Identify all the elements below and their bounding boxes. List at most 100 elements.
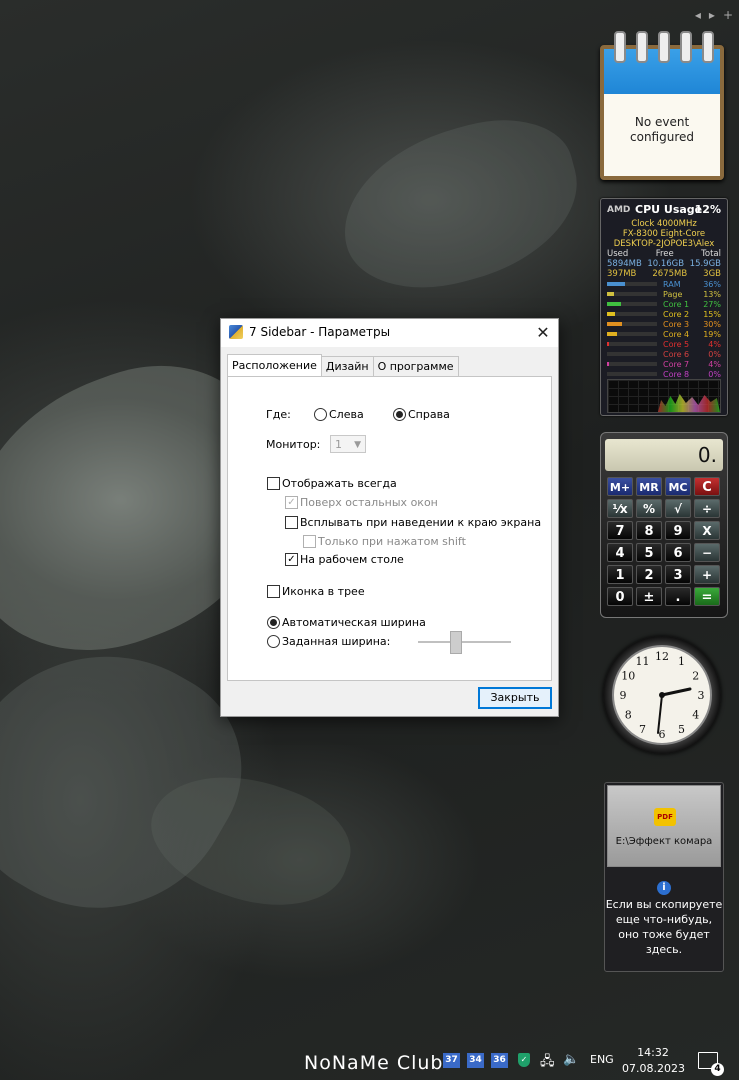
calculator-key[interactable]: 2 xyxy=(636,565,662,584)
right-radio[interactable] xyxy=(393,408,406,421)
cpu-row-bar xyxy=(607,282,657,286)
only-shift-label[interactable]: Только при нажатом shift xyxy=(318,535,466,548)
calculator-key[interactable]: 1 xyxy=(607,565,633,584)
calculator-key[interactable]: MC xyxy=(665,477,691,496)
calculator-key[interactable]: ± xyxy=(636,587,662,606)
cpu-row: Page 13% xyxy=(607,289,721,299)
cpu-row-label: Core 3 xyxy=(663,319,690,329)
cpu-row-bar xyxy=(607,302,657,306)
right-radio-label[interactable]: Справа xyxy=(408,408,450,421)
calculator-key[interactable]: ÷ xyxy=(694,499,720,518)
mem-headers: Used Free Total xyxy=(607,249,721,259)
set-width-label[interactable]: Заданная ширина: xyxy=(282,635,390,648)
calculator-key[interactable]: C xyxy=(694,477,720,496)
add-gadget-button[interactable]: + xyxy=(723,8,733,22)
tab-about[interactable]: О программе xyxy=(372,356,459,376)
calculator-key[interactable]: M+ xyxy=(607,477,633,496)
taskbar-clock[interactable]: 14:32 07.08.2023 xyxy=(622,1045,685,1077)
calculator-key[interactable]: % xyxy=(636,499,662,518)
tray-badge-3[interactable]: 36 xyxy=(491,1053,508,1068)
left-radio-label[interactable]: Слева xyxy=(329,408,364,421)
tab-location[interactable]: Расположение xyxy=(227,354,322,376)
pdf-icon: PDF xyxy=(654,808,676,826)
set-width-radio[interactable] xyxy=(267,635,280,648)
cpu-row-bar xyxy=(607,362,657,366)
clipboard-file[interactable]: PDF E:\Эффект комара xyxy=(607,785,721,867)
always-show-checkbox[interactable] xyxy=(267,477,280,490)
cpu-row: Core 1 27% xyxy=(607,299,721,309)
on-top-checkbox[interactable] xyxy=(285,496,298,509)
cpu-row-label: Core 7 xyxy=(663,359,690,369)
calculator-key[interactable]: − xyxy=(694,543,720,562)
cpu-graph xyxy=(607,379,721,413)
cpu-row-value: 15% xyxy=(703,309,721,319)
width-slider[interactable] xyxy=(418,631,511,654)
calculator-key[interactable]: = xyxy=(694,587,720,606)
network-icon[interactable]: 🖧 xyxy=(540,1052,555,1074)
prev-icon[interactable]: ◂ xyxy=(695,8,701,22)
calculator-key[interactable]: 4 xyxy=(607,543,633,562)
cpu-gadget[interactable]: AMD CPU Usage 12% Clock 4000MHz FX-8300 … xyxy=(600,198,728,416)
calculator-key[interactable]: ⅟x xyxy=(607,499,633,518)
calculator-key[interactable]: 0 xyxy=(607,587,633,606)
clipboard-gadget[interactable]: PDF E:\Эффект комара i Если вы скопирует… xyxy=(604,782,724,972)
volume-icon[interactable]: 🔈 xyxy=(563,1052,579,1067)
cpu-row-bar xyxy=(607,352,657,356)
calculator-key[interactable]: MR xyxy=(636,477,662,496)
calculator-key[interactable]: 9 xyxy=(665,521,691,540)
auto-width-label[interactable]: Автоматическая ширина xyxy=(282,616,426,629)
on-desktop-label[interactable]: На рабочем столе xyxy=(300,553,404,566)
tray-badge-2[interactable]: 34 xyxy=(467,1053,484,1068)
monitor-select[interactable]: 1 ▼ xyxy=(330,435,366,453)
language-indicator[interactable]: ENG xyxy=(590,1053,614,1066)
calculator-key[interactable]: 7 xyxy=(607,521,633,540)
sidebar-controls: ◂ ▸ + xyxy=(695,8,733,22)
calculator-key[interactable]: 6 xyxy=(665,543,691,562)
calculator-key[interactable]: X xyxy=(694,521,720,540)
notes-text: No event configured xyxy=(630,115,694,144)
clock-gadget[interactable]: 12 1 2 3 4 5 6 7 8 9 10 11 xyxy=(603,636,721,754)
calculator-key[interactable]: . xyxy=(665,587,691,606)
clipboard-file-name: E:\Эффект комара xyxy=(615,836,713,847)
cpu-row: RAM 36% xyxy=(607,279,721,289)
on-top-label[interactable]: Поверх остальных окон xyxy=(300,496,438,509)
tray-icon-checkbox[interactable] xyxy=(267,585,280,598)
shield-icon[interactable]: ✓ xyxy=(518,1053,530,1067)
tray-icon-label[interactable]: Иконка в трее xyxy=(282,585,365,598)
cpu-row-bar xyxy=(607,372,657,376)
calculator-key[interactable]: + xyxy=(694,565,720,584)
close-icon[interactable]: ✕ xyxy=(528,319,558,347)
on-desktop-checkbox[interactable] xyxy=(285,553,298,566)
cpu-row-value: 4% xyxy=(708,339,721,349)
cpu-row-value: 13% xyxy=(703,289,721,299)
mem-row-page: 397MB 2675MB 3GB xyxy=(607,269,721,279)
tab-design[interactable]: Дизайн xyxy=(320,356,374,376)
auto-width-radio[interactable] xyxy=(267,616,280,629)
always-show-label[interactable]: Отображать всегда xyxy=(282,477,397,490)
cpu-row: Core 7 4% xyxy=(607,359,721,369)
clock-number: 3 xyxy=(698,689,705,702)
calculator-key[interactable]: 3 xyxy=(665,565,691,584)
info-icon: i xyxy=(657,881,671,895)
notification-icon[interactable]: 4 xyxy=(698,1052,724,1076)
left-radio[interactable] xyxy=(314,408,327,421)
calculator-key[interactable]: 8 xyxy=(636,521,662,540)
next-icon[interactable]: ▸ xyxy=(709,8,715,22)
popup-edge-checkbox[interactable] xyxy=(285,516,298,529)
calculator-key[interactable]: √ xyxy=(665,499,691,518)
cpu-title: CPU Usage xyxy=(635,203,703,216)
cpu-host: DESKTOP-2JOPOE3\Alex xyxy=(613,239,715,249)
cpu-row-bar xyxy=(607,332,657,336)
cpu-row-bar xyxy=(607,342,657,346)
only-shift-checkbox[interactable] xyxy=(303,535,316,548)
calculator-gadget[interactable]: 0. M+ MR MC C ⅟x% √ ÷ 7 8 9 X 4 5 6− 1 2 3 +0 ±. = xyxy=(600,432,728,618)
tray-badge-1[interactable]: 37 xyxy=(443,1053,460,1068)
app-icon xyxy=(229,325,243,339)
notes-gadget[interactable]: No event configured xyxy=(600,31,724,180)
width-slider-thumb[interactable] xyxy=(450,631,462,654)
popup-edge-label[interactable]: Всплывать при наведении к краю экрана xyxy=(300,516,541,529)
dialog-titlebar[interactable]: 7 Sidebar - Параметры ✕ xyxy=(221,319,558,347)
taskbar-time: 14:32 xyxy=(637,1046,669,1059)
close-button[interactable]: Закрыть xyxy=(478,687,552,709)
calculator-key[interactable]: 5 xyxy=(636,543,662,562)
